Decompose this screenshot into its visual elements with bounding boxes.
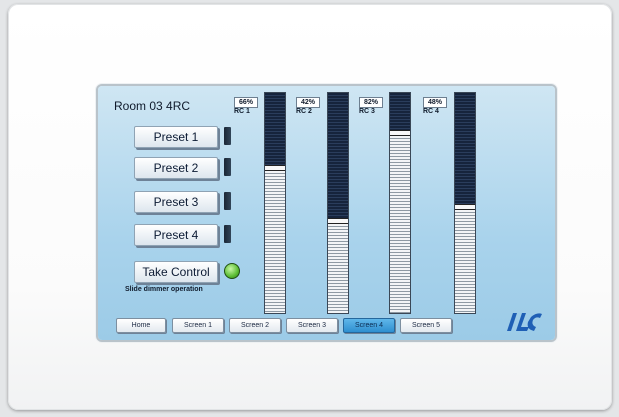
fader-off-region (265, 93, 285, 168)
rc3-fader[interactable] (389, 92, 411, 314)
fader-handle[interactable] (455, 204, 475, 210)
tab-home[interactable]: Home (116, 318, 166, 333)
device-bezel: Room 03 4RC Preset 1 Preset 2 Preset 3 P… (8, 4, 612, 410)
rc3-label: RC 3 (359, 108, 375, 115)
tab-screen-1[interactable]: Screen 1 (172, 318, 224, 333)
preset-2-button[interactable]: Preset 2 (134, 157, 218, 179)
preset-3-indicator (224, 192, 231, 210)
rc2-label: RC 2 (296, 108, 312, 115)
rc2-percent: 42% (296, 97, 320, 108)
rc1-percent: 66% (234, 97, 258, 108)
touch-screen: Room 03 4RC Preset 1 Preset 2 Preset 3 P… (98, 86, 555, 340)
tab-screen-3[interactable]: Screen 3 (286, 318, 338, 333)
fader-handle[interactable] (265, 165, 285, 171)
ilc-logo-icon (507, 313, 542, 331)
fader-handle[interactable] (328, 218, 348, 224)
preset-4-indicator (224, 225, 231, 243)
preset-2-indicator (224, 158, 231, 176)
fader-level-fill (328, 221, 348, 313)
fader-off-region (455, 93, 475, 207)
tab-screen-5[interactable]: Screen 5 (400, 318, 452, 333)
preset-1-button[interactable]: Preset 1 (134, 126, 218, 148)
fader-off-region (390, 93, 410, 133)
preset-4-button[interactable]: Preset 4 (134, 224, 218, 246)
fader-handle[interactable] (390, 130, 410, 136)
fader-level-fill (265, 168, 285, 313)
rc3-percent: 82% (359, 97, 383, 108)
take-control-button[interactable]: Take Control (134, 261, 218, 283)
tab-screen-2[interactable]: Screen 2 (229, 318, 281, 333)
rc1-fader[interactable] (264, 92, 286, 314)
rc2-fader[interactable] (327, 92, 349, 314)
status-led-icon (224, 263, 240, 279)
preset-1-indicator (224, 127, 231, 145)
fader-level-fill (455, 207, 475, 313)
preset-3-button[interactable]: Preset 3 (134, 191, 218, 213)
hint-text: Slide dimmer operation (125, 286, 203, 293)
room-title: Room 03 4RC (114, 99, 191, 113)
fader-level-fill (390, 133, 410, 313)
fader-off-region (328, 93, 348, 221)
rc4-percent: 48% (423, 97, 447, 108)
rc4-fader[interactable] (454, 92, 476, 314)
tab-screen-4[interactable]: Screen 4 (343, 318, 395, 333)
rc4-label: RC 4 (423, 108, 439, 115)
rc1-label: RC 1 (234, 108, 250, 115)
